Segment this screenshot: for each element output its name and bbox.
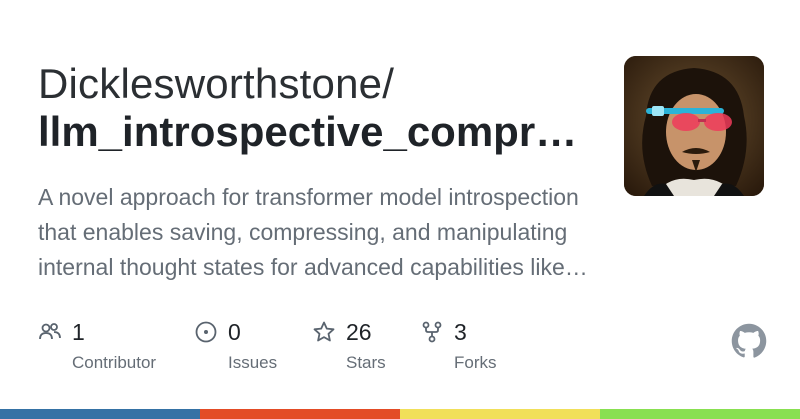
owner-avatar[interactable] <box>624 56 764 196</box>
repo-owner[interactable]: Dicklesworthstone/ <box>38 60 394 108</box>
stat-forks[interactable]: 3 Forks <box>420 318 497 374</box>
stat-label: Issues <box>228 353 278 372</box>
accent-segment-2 <box>200 409 400 419</box>
repo-stats: 1 Contributor 0 Issues 26 Stars 3 Forks <box>0 318 800 378</box>
repo-card: Dicklesworthstone/ llm_introspective_com… <box>0 0 800 419</box>
repo-name[interactable]: llm_introspective_compr… <box>38 108 577 156</box>
stat-issues[interactable]: 0 Issues <box>194 318 277 374</box>
repo-description: A novel approach for transformer model i… <box>38 184 588 280</box>
stat-value: 3 <box>454 319 467 345</box>
accent-segment-4 <box>600 409 800 419</box>
stat-label: Contributor <box>72 353 157 372</box>
portrait-with-glasses-avatar <box>624 56 764 196</box>
star-icon <box>313 321 335 342</box>
issue-circle-icon <box>195 321 217 343</box>
stat-label: Forks <box>454 353 497 372</box>
language-accent-bar <box>0 409 800 419</box>
accent-segment-1 <box>0 409 200 419</box>
accent-segment-3 <box>400 409 600 419</box>
stat-value: 0 <box>228 319 241 345</box>
github-logo-icon[interactable] <box>731 323 767 359</box>
people-icon <box>39 323 61 340</box>
fork-icon <box>422 321 442 343</box>
stat-contributors[interactable]: 1 Contributor <box>38 318 156 374</box>
stat-label: Stars <box>346 353 386 372</box>
stat-value: 1 <box>72 319 85 345</box>
stat-value: 26 <box>346 319 372 345</box>
stat-stars[interactable]: 26 Stars <box>312 318 386 374</box>
